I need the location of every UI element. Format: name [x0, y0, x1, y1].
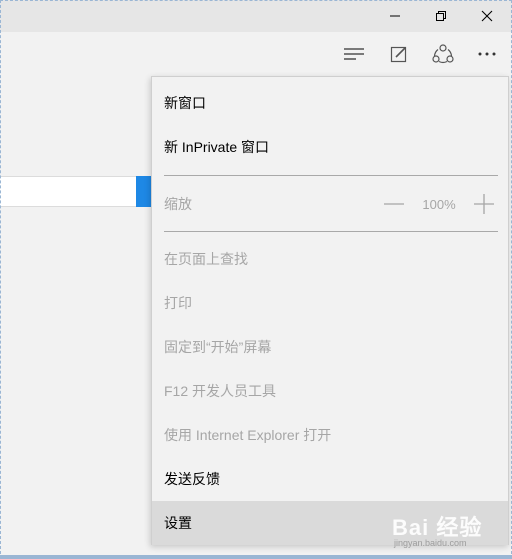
menu-item-send-feedback[interactable]: 发送反馈 [152, 457, 508, 501]
close-button[interactable] [464, 0, 510, 32]
web-note-button[interactable] [377, 32, 421, 76]
menu-item-pin-to-start: 固定到“开始”屏幕 [152, 325, 508, 369]
search-input[interactable] [0, 176, 140, 207]
zoom-level: 100% [422, 196, 456, 212]
menu-item-label: 打印 [164, 295, 192, 311]
menu-item-new-inprivate-window[interactable]: 新 InPrivate 窗口 [152, 125, 508, 169]
menu-item-label: 使用 Internet Explorer 打开 [164, 427, 332, 443]
hub-button[interactable] [332, 32, 376, 76]
menu-item-zoom: 缩放 100% [152, 182, 508, 226]
share-button[interactable] [421, 32, 465, 76]
minimize-icon [390, 15, 400, 17]
menu-item-label: 缩放 [164, 196, 192, 212]
share-icon [432, 44, 454, 64]
menu-item-find-on-page: 在页面上查找 [152, 237, 508, 281]
menu-item-settings[interactable]: 设置 [152, 501, 508, 545]
menu-item-label: 在页面上查找 [164, 251, 248, 267]
browser-toolbar [0, 32, 512, 76]
restore-button[interactable] [418, 0, 464, 32]
menu-separator [164, 231, 498, 232]
menu-item-label: F12 开发人员工具 [164, 383, 277, 399]
menu-item-label: 发送反馈 [164, 471, 220, 487]
menu-item-label: 设置 [164, 515, 192, 531]
menu-item-f12-dev-tools: F12 开发人员工具 [152, 369, 508, 413]
web-note-icon [390, 46, 407, 63]
menu-item-new-window[interactable]: 新窗口 [152, 81, 508, 125]
menu-item-label: 新窗口 [164, 95, 206, 111]
minimize-button[interactable] [372, 0, 418, 32]
bottom-edge [0, 555, 512, 559]
menu-item-print: 打印 [152, 281, 508, 325]
more-button[interactable] [465, 32, 509, 76]
zoom-out-button[interactable] [380, 190, 408, 218]
plus-icon [474, 194, 494, 214]
menu-item-label: 固定到“开始”屏幕 [164, 339, 272, 355]
zoom-control: 100% [380, 182, 498, 226]
hub-icon [344, 48, 364, 60]
zoom-in-button[interactable] [470, 190, 498, 218]
menu-separator [164, 175, 498, 176]
restore-icon [436, 11, 446, 21]
more-icon [478, 52, 496, 56]
more-actions-menu: 新窗口 新 InPrivate 窗口 缩放 100% 在页面上查找 打印 固定到… [151, 76, 509, 545]
minus-icon [384, 203, 404, 205]
menu-item-open-with-ie: 使用 Internet Explorer 打开 [152, 413, 508, 457]
close-icon [481, 10, 493, 22]
title-bar [0, 0, 512, 32]
menu-item-label: 新 InPrivate 窗口 [164, 139, 270, 155]
